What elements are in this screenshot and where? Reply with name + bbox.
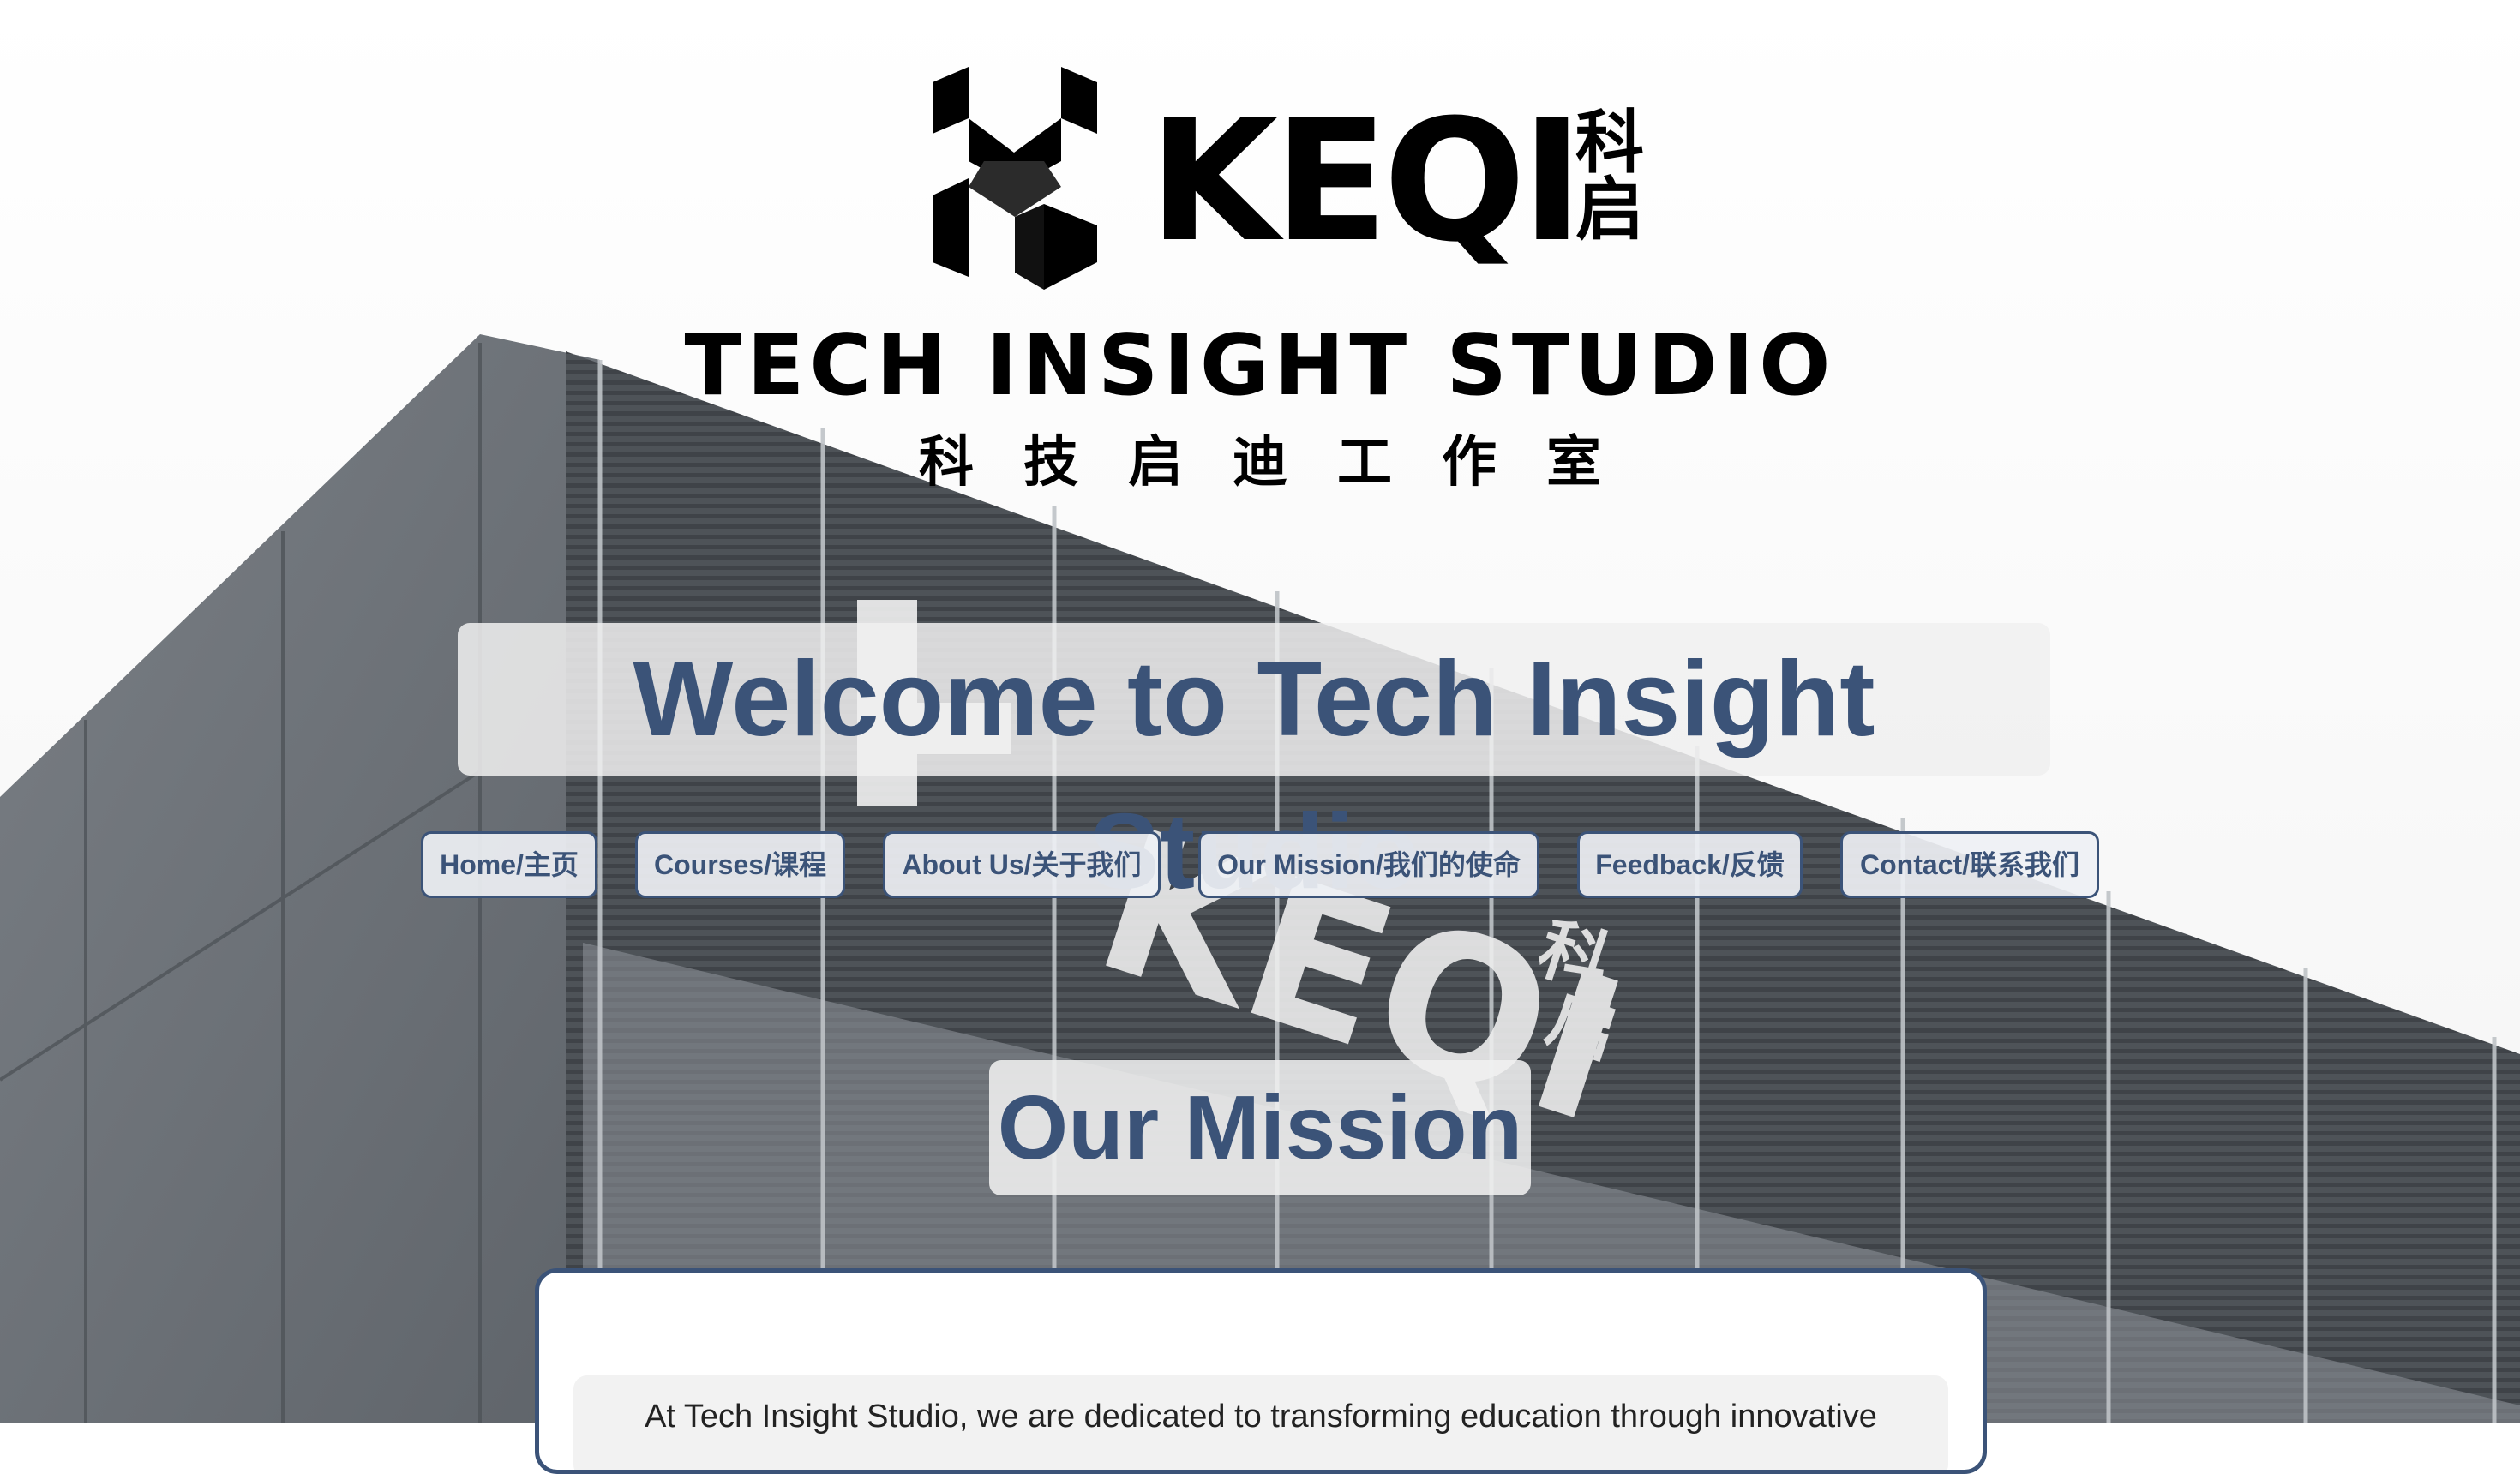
nav-home-button[interactable]: Home/主页 [421,831,597,898]
hero-title-panel: Welcome to Tech Insight Studio [458,623,2050,911]
logo-wordmark: KEQI [1149,84,1583,279]
nav-contact-button[interactable]: Contact/联系我们 [1840,831,2099,898]
nav-courses-button[interactable]: Courses/课程 [635,831,845,898]
nav-mission-button[interactable]: Our Mission/我们的使命 [1198,831,1539,898]
main-nav: Home/主页 Courses/课程 About Us/关于我们 Our Mis… [0,831,2520,902]
logo-studio-name-cn: 科技启迪工作室 [919,431,1651,494]
page-title: Welcome to Tech Insight Studio [633,640,1875,911]
nav-about-button[interactable]: About Us/关于我们 [883,831,1161,898]
keqi-logo-icon [933,67,1097,290]
mission-text: At Tech Insight Studio, we are dedicated… [645,1399,1877,1435]
mission-title-panel: Our Mission [989,1060,1531,1195]
nav-feedback-button[interactable]: Feedback/反馈 [1577,831,1803,898]
logo-wordmark-cn: 科启 [1575,103,1644,249]
logo-studio-name: TECH INSIGHT STUDIO [684,317,1836,415]
brand-logo[interactable]: KEQI 科启 TECH INSIGHT STUDIO 科技启迪工作室 [0,0,2520,514]
mission-card: At Tech Insight Studio, we are dedicated… [535,1268,1987,1474]
mission-text-box: At Tech Insight Studio, we are dedicated… [573,1375,1948,1470]
mission-heading: Our Mission [997,1077,1523,1178]
